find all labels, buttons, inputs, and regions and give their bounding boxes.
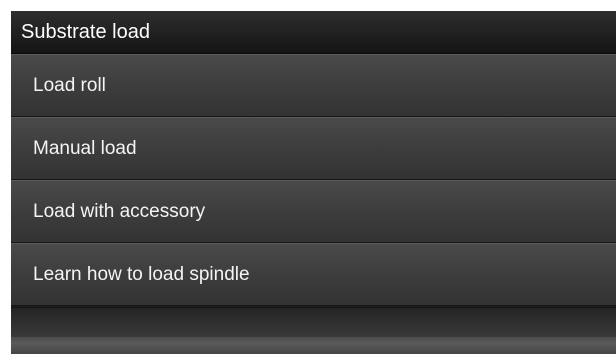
menu-item-load-roll[interactable]: Load roll bbox=[11, 54, 616, 117]
menu-item-label: Manual load bbox=[33, 137, 137, 159]
page-title: Substrate load bbox=[21, 21, 150, 43]
printer-panel-screen: Substrate load Load roll Manual load Loa… bbox=[11, 11, 616, 354]
menu-item-load-with-accessory[interactable]: Load with accessory bbox=[11, 180, 616, 243]
menu-item-label: Learn how to load spindle bbox=[33, 263, 250, 285]
menu-item-learn-load-spindle[interactable]: Learn how to load spindle bbox=[11, 243, 616, 306]
footer-bar bbox=[11, 307, 616, 337]
bottom-band bbox=[11, 337, 616, 354]
menu-item-label: Load roll bbox=[33, 74, 106, 96]
title-bar: Substrate load bbox=[11, 11, 616, 54]
menu-item-label: Load with accessory bbox=[33, 200, 206, 222]
menu-item-manual-load[interactable]: Manual load bbox=[11, 117, 616, 180]
menu-list: Load roll Manual load Load with accessor… bbox=[11, 54, 616, 306]
